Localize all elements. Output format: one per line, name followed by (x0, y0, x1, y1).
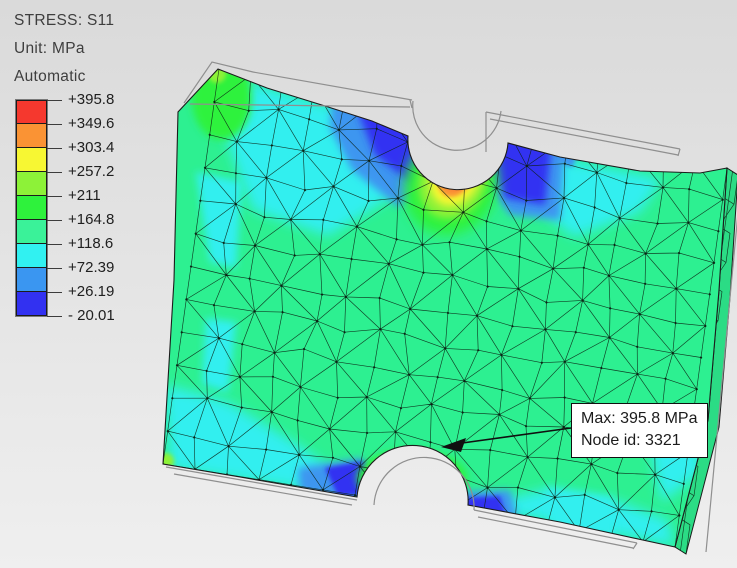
legend-tick-label: +72.39 (68, 259, 115, 276)
legend-tick-label: +211 (68, 187, 101, 204)
legend-tick (47, 196, 62, 197)
node-id-label: Node id: 3321 (581, 432, 681, 449)
legend-tick-label: +118.6 (68, 235, 114, 252)
max-annotation: Max: 395.8 MPa Node id: 3321 (571, 403, 708, 458)
legend-tick (47, 316, 62, 317)
legend-band (16, 172, 47, 196)
legend-band (16, 148, 47, 172)
legend-band (16, 220, 47, 244)
legend-tick-label: +257.2 (68, 163, 115, 180)
result-info: STRESS: S11 Unit: MPa Automatic (14, 7, 114, 91)
legend-band (16, 292, 47, 316)
legend-tick (47, 268, 62, 269)
unit-label: Unit: MPa (14, 40, 85, 57)
max-value-label: Max: 395.8 MPa (581, 410, 698, 427)
legend-tick (47, 244, 62, 245)
legend-tick-label: +349.6 (68, 115, 115, 132)
legend-band (16, 244, 47, 268)
legend-tick-label: +26.19 (68, 283, 115, 300)
scale-mode-label: Automatic (14, 68, 86, 85)
legend-tick (47, 220, 62, 221)
legend-tick (47, 148, 62, 149)
legend-tick-label: +395.8 (68, 91, 115, 108)
legend-tick (47, 124, 62, 125)
stress-component-label: STRESS: S11 (14, 12, 115, 29)
legend-band (16, 196, 47, 220)
legend-band (16, 268, 47, 292)
legend-band (16, 124, 47, 148)
legend-tick-label: - 20.01 (68, 307, 115, 324)
legend-tick-label: +164.8 (68, 211, 115, 228)
legend-tick (47, 172, 62, 173)
legend-tick (47, 292, 62, 293)
legend-band (16, 100, 47, 124)
legend-colorbar (15, 99, 48, 317)
legend-tick (47, 100, 62, 101)
viewport: STRESS: S11 Unit: MPa Automatic +395.8 +3… (0, 0, 737, 568)
legend-tick-label: +303.4 (68, 139, 115, 156)
